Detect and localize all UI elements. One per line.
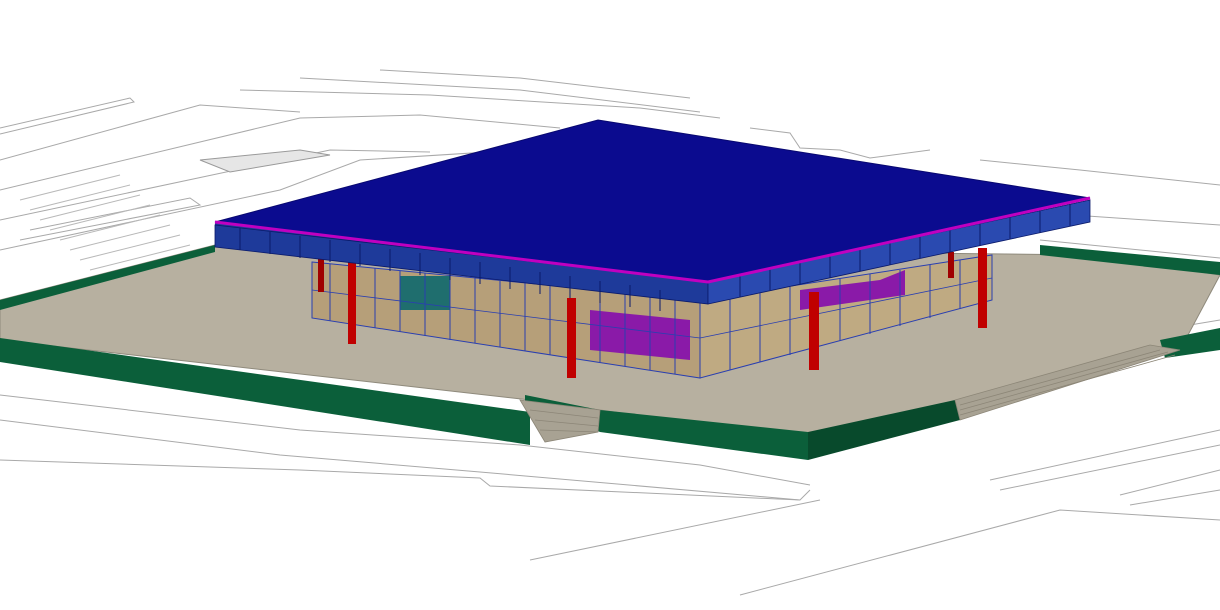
cad-3d-viewport[interactable] bbox=[0, 0, 1220, 610]
building-model-render bbox=[0, 0, 1220, 610]
